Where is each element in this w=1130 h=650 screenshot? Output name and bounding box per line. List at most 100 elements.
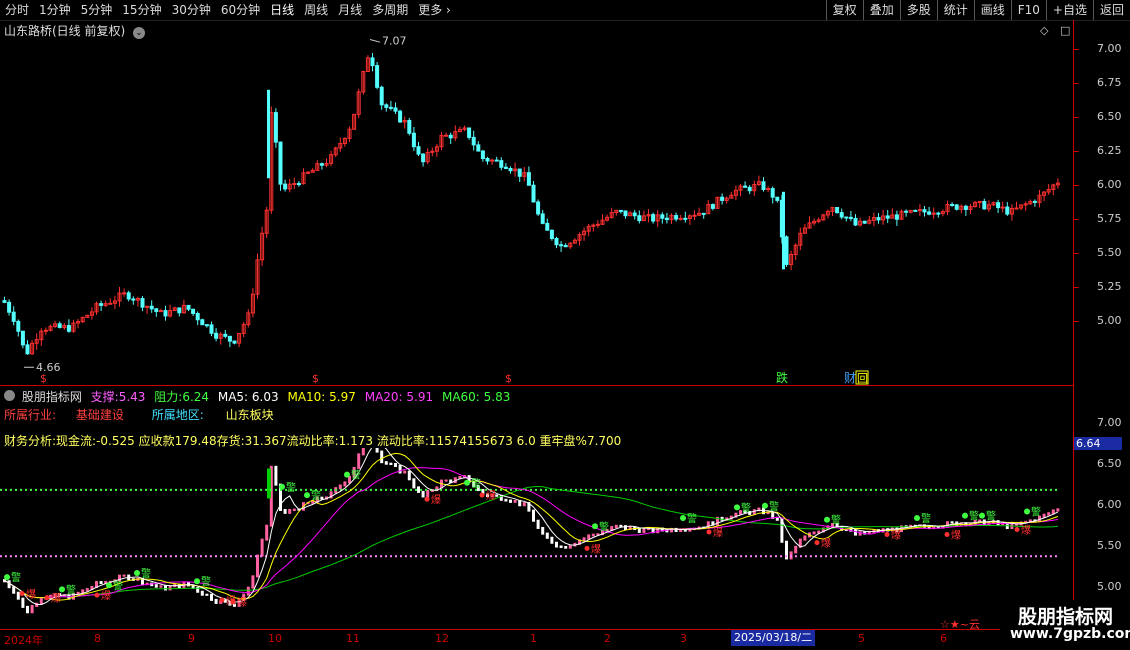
candle-body — [503, 166, 508, 169]
indicator-bar — [251, 575, 255, 589]
candle-body — [421, 153, 426, 163]
candle-body — [595, 223, 600, 226]
candle-body — [232, 340, 237, 344]
candle-body — [623, 210, 628, 217]
diamond-icon: ◇ — [1040, 24, 1049, 37]
finance-text: 财务分析:现金流:-0.525 应收款179.48存货:31.367流动比率:1… — [4, 434, 622, 448]
indicator-bar — [412, 478, 416, 489]
candle-body — [848, 216, 853, 219]
toolbar-button[interactable]: F10 — [1010, 0, 1046, 20]
candle-body — [517, 168, 522, 177]
indicator-bar — [265, 524, 269, 541]
y-tick-label: 6.00 — [1097, 178, 1122, 191]
tab-period[interactable]: 1分钟 — [34, 0, 76, 20]
high-pointer — [369, 38, 381, 43]
indicator-bar — [854, 529, 857, 536]
warn-marker: 警 — [687, 512, 697, 525]
gear-icon[interactable] — [4, 390, 15, 401]
tab-period[interactable]: 30分钟 — [167, 0, 216, 20]
y-tick-label: 5.50 — [1097, 246, 1122, 259]
tab-period[interactable]: 多周期 — [367, 0, 413, 20]
tab-period[interactable]: 60分钟 — [216, 0, 265, 20]
tab-period[interactable]: 周线 — [299, 0, 333, 20]
candle-body — [526, 172, 531, 186]
candle-body — [904, 210, 909, 213]
burst-dot — [19, 591, 25, 596]
warn-dot — [279, 483, 285, 490]
period-tabs: 分时 1分钟 5分钟 15分钟 30分钟 60分钟 日线 周线 月线 多周期 更多 › — [0, 0, 456, 20]
burst-marker: 爆 — [26, 589, 36, 601]
candle-body — [692, 214, 697, 217]
tab-period[interactable]: 分时 — [0, 0, 34, 20]
warn-dot — [962, 512, 968, 519]
candle-body — [996, 202, 1001, 209]
burst-marker: 爆 — [237, 597, 247, 609]
region-value: 山东板块 — [225, 408, 274, 422]
candle-body — [950, 204, 955, 207]
tab-period[interactable]: 5分钟 — [76, 0, 118, 20]
indicator-bar — [950, 521, 954, 524]
toolbar-button[interactable]: 统计 — [936, 0, 974, 20]
watermark-url: www.7gpzb.com — [1010, 626, 1130, 642]
candle-body — [835, 207, 840, 214]
warn-marker: 警 — [986, 510, 996, 523]
tab-period[interactable]: 15分钟 — [117, 0, 166, 20]
burst-dot — [230, 599, 236, 605]
candle-body — [388, 106, 393, 109]
warn-dot — [464, 479, 470, 486]
candle-body — [651, 214, 656, 222]
indicator-bar — [338, 484, 342, 490]
tab-period[interactable]: 日线 — [265, 0, 299, 20]
y-tick-label: 5.75 — [1097, 212, 1122, 225]
warn-dot — [914, 515, 920, 522]
tab-period[interactable]: 月线 — [333, 0, 367, 20]
candle-body — [954, 204, 959, 210]
indicator-bar — [343, 481, 347, 487]
candle-body — [448, 134, 453, 139]
indicator-chart[interactable]: 警警警警警警警警警警警警警警警警警警警爆爆爆爆爆爆爆爆爆爆爆爆爆 — [0, 448, 1073, 628]
candle-body — [273, 112, 278, 143]
candle-body — [306, 171, 311, 174]
indicator-bar — [522, 502, 526, 507]
toolbar-button[interactable]: 返回 — [1092, 0, 1130, 20]
candle-body — [200, 319, 205, 326]
candle-body — [927, 211, 932, 215]
burst-dot — [814, 540, 820, 546]
x-tick-label: 10 — [268, 632, 282, 645]
warn-dot — [680, 515, 686, 522]
candle-body — [416, 146, 421, 155]
candle-body — [177, 307, 182, 314]
x-axis-line — [0, 629, 1073, 630]
toolbar-button[interactable]: +自选 — [1045, 0, 1093, 20]
toolbar-button[interactable]: 多股 — [899, 0, 937, 20]
tab-period[interactable]: 更多 › — [413, 0, 456, 20]
warn-dot — [304, 492, 310, 499]
candlestick-chart[interactable]: 7.074.66$ $ $ 跌财回◇ □ — [0, 20, 1073, 385]
warn-marker: 警 — [831, 514, 841, 527]
candle-body — [554, 237, 559, 246]
indicator-bar — [154, 584, 158, 588]
candle-body — [163, 310, 168, 317]
indicator-bar — [200, 590, 204, 596]
x-tick-label: 2 — [604, 632, 611, 645]
candle-body — [683, 217, 688, 220]
warn-marker: 警 — [201, 575, 211, 588]
candle-body — [11, 311, 16, 322]
toolbar-button[interactable]: 复权 — [825, 0, 863, 20]
candle-body — [393, 107, 398, 112]
indicator-bar — [122, 574, 126, 577]
toolbar-button[interactable]: 画线 — [973, 0, 1011, 20]
ma60-value: MA60: 5.83 — [441, 390, 511, 404]
drop-marker: 跌 — [776, 370, 788, 385]
candle-body — [743, 185, 748, 188]
candle-body — [375, 65, 380, 88]
candle-body — [761, 181, 766, 190]
x-tick-label: 11 — [346, 632, 360, 645]
burst-marker: 爆 — [591, 543, 601, 555]
burst-dot — [424, 496, 430, 502]
candle-body — [784, 236, 789, 265]
panel-divider — [0, 385, 1073, 386]
toolbar-button[interactable]: 叠加 — [862, 0, 900, 20]
indicator-bar — [210, 593, 213, 601]
indicator-bar — [555, 541, 558, 548]
